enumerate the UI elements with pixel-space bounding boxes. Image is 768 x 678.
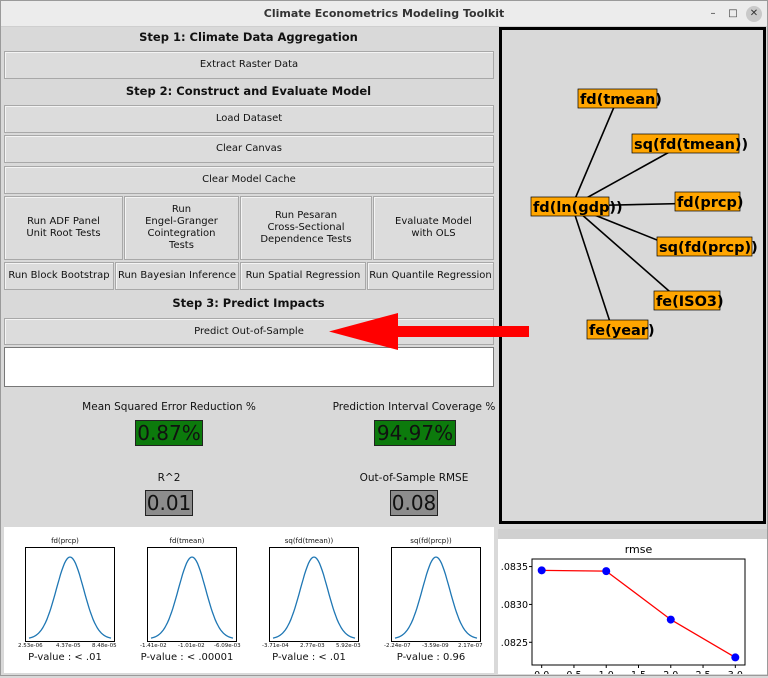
x-tick-label: 1.5 xyxy=(631,670,646,674)
tick-label: -6.09e-03 xyxy=(214,643,241,649)
rmse-point xyxy=(602,567,611,576)
window-title: Climate Econometrics Modeling Toolkit xyxy=(263,7,505,20)
x-tick-label: 1.0 xyxy=(599,670,614,674)
graph-node-sq-fd-prcp[interactable]: sq(fd(prcp)) xyxy=(659,240,758,256)
tick-label: 8.48e-05 xyxy=(92,643,117,649)
pvalue-label: P-value : < .01 xyxy=(272,652,346,663)
tick-label: -3.71e-04 xyxy=(262,643,289,649)
y-tick-label: .0835 xyxy=(501,562,528,573)
dist-curve xyxy=(147,547,237,642)
rmse-chart: rmse .0835 .0830 .0825 0.0 0.5 1.0 1.5 2.0 2.5 3.0 xyxy=(501,543,746,678)
x-tick-label: 0.0 xyxy=(534,670,549,674)
y-tick-label: .0830 xyxy=(501,600,528,611)
graph-node-center[interactable]: fd(ln(gdp)) xyxy=(533,200,623,216)
spatial-regression-button[interactable]: Run Spatial Regression xyxy=(240,262,366,290)
pesaran-button[interactable]: Run Pesaran Cross-Sectional Dependence T… xyxy=(240,196,372,260)
dist-title: fd(prcp) xyxy=(51,537,79,545)
quantile-regression-button[interactable]: Run Quantile Regression xyxy=(367,262,494,290)
y-tick-label: .0825 xyxy=(501,638,528,649)
tick-label: 4.37e-05 xyxy=(56,643,81,649)
interval-coverage-label: Prediction Interval Coverage % xyxy=(332,401,496,413)
rmse-series-line xyxy=(541,569,736,658)
load-dataset-button[interactable]: Load Dataset xyxy=(4,105,494,133)
dist-curve xyxy=(25,547,115,642)
bayesian-inference-button[interactable]: Run Bayesian Inference xyxy=(115,262,239,290)
dist-title: fd(tmean) xyxy=(169,537,205,545)
rmse-point xyxy=(731,653,740,662)
chart-title: rmse xyxy=(625,543,653,556)
graph-node-sq-fd-tmean[interactable]: sq(fd(tmean)) xyxy=(634,137,748,153)
rmse-point xyxy=(537,566,546,575)
tick-label: 2.53e-06 xyxy=(18,643,43,649)
interval-coverage-value: 94.97% xyxy=(374,420,456,446)
model-canvas[interactable]: fd(ln(gdp)) fd(tmean) sq(fd(tmean)) fd(p… xyxy=(499,27,766,524)
rmse-point xyxy=(666,615,675,624)
minimize-icon[interactable]: – xyxy=(705,6,721,22)
annotation-arrow xyxy=(329,313,529,350)
title-bar: Climate Econometrics Modeling Toolkit – … xyxy=(1,1,767,27)
engle-granger-button[interactable]: Run Engel-Granger Cointegration Tests xyxy=(124,196,239,260)
pvalue-label: P-value : < .01 xyxy=(28,652,102,663)
tick-label: -1.01e-02 xyxy=(178,643,205,649)
dist-plot-sq-fd-tmean: sq(fd(tmean)) -3.71e-04 2.77e-03 5.92e-0… xyxy=(248,527,370,673)
dist-curve xyxy=(391,547,481,642)
pvalue-label: P-value : 0.96 xyxy=(396,652,466,663)
app-window: Climate Econometrics Modeling Toolkit – … xyxy=(0,0,768,678)
adf-unit-root-button[interactable]: Run ADF Panel Unit Root Tests xyxy=(4,196,123,260)
block-bootstrap-button[interactable]: Run Block Bootstrap xyxy=(4,262,114,290)
tick-label: -2.24e-07 xyxy=(384,643,411,649)
r2-value: 0.01 xyxy=(145,490,193,516)
mse-reduction-value: 0.87% xyxy=(135,420,203,446)
plot-frame xyxy=(531,558,746,666)
step1-header: Step 1: Climate Data Aggregation xyxy=(139,30,358,44)
rmse-chart-panel: rmse .0835 .0830 .0825 0.0 0.5 1.0 1.5 2.0 2.5 3.0 xyxy=(498,529,767,678)
arrow-head xyxy=(329,313,398,350)
graph-node-fd-tmean[interactable]: fd(tmean) xyxy=(580,92,662,108)
x-tick-label: 3.0 xyxy=(728,670,743,674)
coefficient-distributions: fd(prcp) 2.53e-06 4.37e-05 8.48e-05 P-va… xyxy=(4,527,494,673)
tick-label: 2.77e-03 xyxy=(300,643,325,649)
step3-header: Step 3: Predict Impacts xyxy=(172,296,325,310)
graph-node-fd-prcp[interactable]: fd(prcp) xyxy=(677,195,743,211)
tick-label: 5.92e-03 xyxy=(336,643,361,649)
extract-raster-button[interactable]: Extract Raster Data xyxy=(4,51,494,79)
dist-plot-fd-tmean: fd(tmean) -1.41e-02 -1.01e-02 -6.09e-03 … xyxy=(126,527,248,673)
clear-model-cache-button[interactable]: Clear Model Cache xyxy=(4,166,494,194)
x-tick-label: 0.5 xyxy=(566,670,581,674)
tick-label: 2.17e-07 xyxy=(458,643,483,649)
tick-label: -1.41e-02 xyxy=(140,643,167,649)
model-graph: fd(ln(gdp)) fd(tmean) sq(fd(tmean)) fd(p… xyxy=(530,88,758,340)
arrow-shaft xyxy=(395,326,529,337)
x-tick-label: 2.5 xyxy=(695,670,710,674)
close-icon[interactable]: ✕ xyxy=(746,6,762,22)
pvalue-label: P-value : < .00001 xyxy=(140,652,234,663)
evaluate-ols-button[interactable]: Evaluate Model with OLS xyxy=(373,196,494,260)
rmse-label: Out-of-Sample RMSE xyxy=(359,472,469,484)
dist-curve xyxy=(269,547,359,642)
graph-node-fe-iso3[interactable]: fe(ISO3) xyxy=(656,294,724,310)
tick-label: -3.59e-09 xyxy=(422,643,449,649)
graph-node-fe-year[interactable]: fe(year) xyxy=(589,323,655,339)
dist-title: sq(fd(tmean)) xyxy=(284,537,334,545)
prediction-input[interactable] xyxy=(4,347,494,387)
step2-header: Step 2: Construct and Evaluate Model xyxy=(125,84,372,98)
dist-plot-fd-prcp: fd(prcp) 2.53e-06 4.37e-05 8.48e-05 P-va… xyxy=(4,527,126,673)
x-tick-label: 2.0 xyxy=(663,670,678,674)
edge-fd-tmean xyxy=(571,99,618,207)
dist-plot-sq-fd-prcp: sq(fd(prcp)) -2.24e-07 -3.59e-09 2.17e-0… xyxy=(370,527,492,673)
rmse-value: 0.08 xyxy=(390,490,438,516)
dist-title: sq(fd(prcp)) xyxy=(410,537,452,545)
r2-label: R^2 xyxy=(157,472,181,484)
maximize-icon[interactable]: □ xyxy=(725,6,741,22)
mse-reduction-label: Mean Squared Error Reduction % xyxy=(82,401,256,413)
clear-canvas-button[interactable]: Clear Canvas xyxy=(4,135,494,163)
